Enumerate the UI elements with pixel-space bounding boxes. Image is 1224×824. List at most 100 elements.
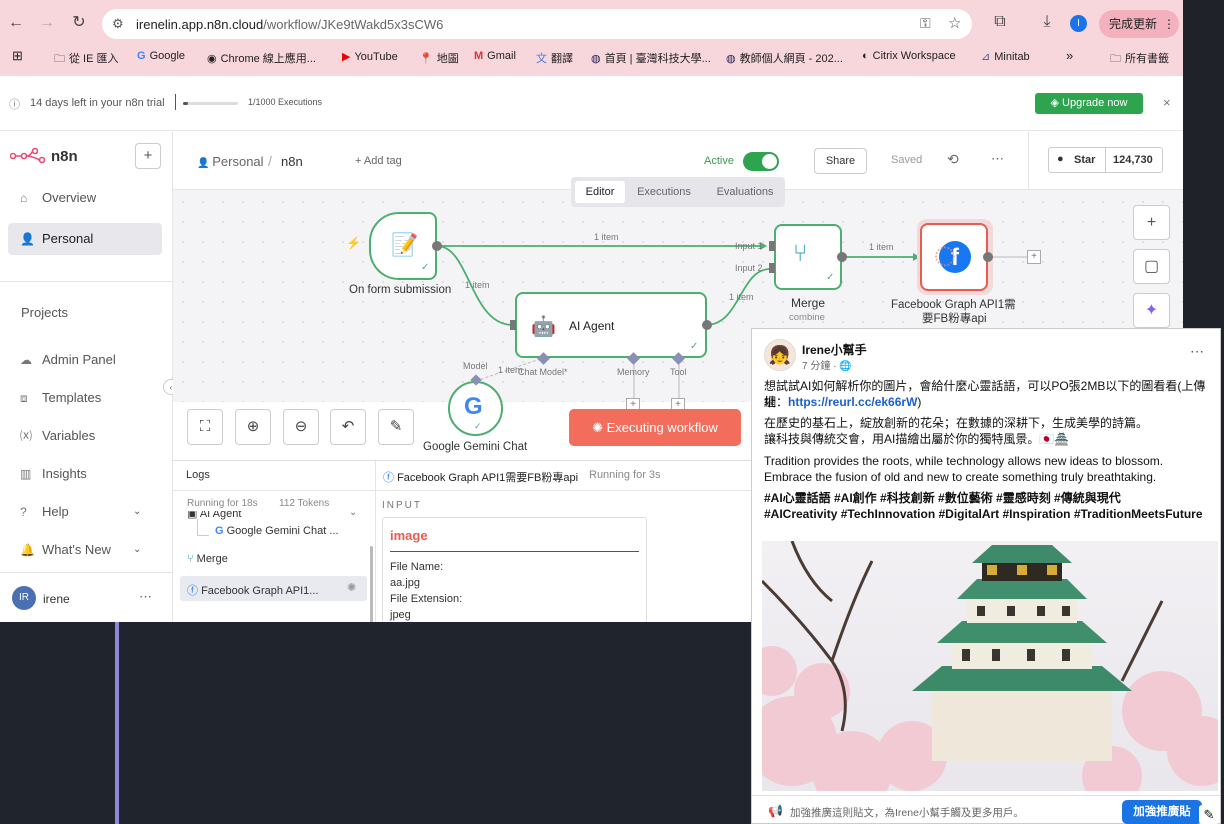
spinner-icon: ◌ [933, 233, 957, 277]
node-google-gemini[interactable]: G ✓ [448, 381, 503, 436]
download-icon[interactable]: ⤓ [1037, 13, 1057, 31]
node-label: Merge [791, 296, 826, 310]
folder-icon: 🗀 [1110, 53, 1121, 65]
bookmark-item[interactable]: ⊿ Minitab [981, 50, 1030, 63]
output-handle[interactable] [837, 252, 847, 262]
bookmark-item[interactable]: G Google [137, 50, 185, 62]
citrix-icon: ◐ [862, 50, 869, 62]
password-key-icon[interactable]: ⚿ [920, 15, 931, 32]
node-label: Google Gemini Chat [423, 441, 528, 453]
edit-icon[interactable]: ✎ [1199, 805, 1219, 824]
google-icon: G [137, 50, 146, 62]
log-entry[interactable]: ▣ AI Agent ⌄ [187, 511, 367, 523]
robot-icon: 🤖 [531, 316, 556, 338]
add-node-button[interactable]: + [1027, 250, 1041, 264]
node-label: 要FB粉專api [922, 313, 987, 325]
post-image-osaka-castle[interactable] [762, 541, 1218, 791]
undo-icon[interactable]: ↶ [330, 409, 366, 445]
sticky-note-icon[interactable]: ▢ [1133, 249, 1170, 284]
check-icon: ✓ [474, 421, 482, 431]
scrollbar[interactable] [370, 546, 373, 623]
post-hashtags[interactable]: #AI心靈話語 #AI創作 #科技創新 #數位藝術 #靈感時刻 #傳統與現代 [764, 490, 1214, 506]
more-vert-icon: ⋮ [1163, 17, 1176, 31]
reload-icon[interactable]: ↻ [68, 12, 90, 34]
handle-label: Chat Model* [518, 367, 568, 377]
university-icon: ◍ [591, 53, 601, 65]
boost-text: 加強推廣這則貼文，為Irene小幫手觸及更多用戶。 [790, 807, 1024, 819]
university-icon: ◍ [726, 53, 736, 65]
tidy-up-icon[interactable]: ✎ [378, 409, 414, 445]
post-link[interactable]: https://reurl.cc/ek66rW [788, 395, 917, 409]
minitab-icon: ⊿ [981, 51, 991, 63]
bookmark-item[interactable]: 文翻譯 [536, 50, 573, 66]
output-handle[interactable] [702, 320, 712, 330]
back-icon[interactable]: ← [5, 12, 27, 34]
output-handle[interactable] [983, 252, 993, 262]
profile-avatar[interactable]: I [1070, 15, 1087, 32]
node-merge[interactable]: ⑂ ✓ [774, 224, 842, 290]
check-icon: ✓ [421, 262, 430, 273]
logs-running: Running for 18s [187, 498, 258, 509]
more-bookmarks-icon[interactable]: » [1066, 48, 1073, 63]
output-handle[interactable] [432, 241, 442, 251]
chevron-down-icon: ⌄ [349, 511, 358, 518]
log-entry-selected[interactable]: ⓕ Facebook Graph API1... ✺ [180, 576, 367, 601]
fit-view-icon[interactable]: ⛶ [187, 409, 223, 445]
log-entry[interactable]: ⑂ Merge [187, 553, 367, 565]
post-text: Tradition provides the roots, while tech… [764, 454, 1164, 468]
executing-workflow-button[interactable]: ✺ Executing workflow [569, 409, 741, 446]
node-form-submission[interactable]: 📝 ✓ [369, 212, 437, 280]
input-handle[interactable] [769, 241, 775, 251]
bookmark-item[interactable]: ◐ Citrix Workspace [862, 50, 956, 62]
boost-post-button[interactable]: 加強推廣貼 [1122, 800, 1202, 824]
spinner-icon: ✺ [347, 582, 357, 594]
update-button[interactable]: 完成更新 ⋮ [1099, 10, 1179, 38]
apps-grid-icon[interactable]: ⊞ [12, 48, 23, 64]
add-node-icon[interactable]: + [1133, 205, 1170, 240]
node-run-title: ⓕ Facebook Graph API1需要FB粉專api [383, 472, 579, 484]
input-handle[interactable] [510, 320, 516, 330]
log-entry[interactable]: G Google Gemini Chat ... [215, 525, 365, 537]
node-facebook-graph[interactable]: f ◌ [920, 223, 988, 291]
handle-label: Tool [670, 367, 687, 377]
bookmark-item[interactable]: 🗀 從 IE 匯入 [54, 50, 119, 69]
site-info-icon[interactable]: ⚙ [112, 16, 124, 32]
bookmarks-bar: ⊞ 🗀 從 IE 匯入 G Google ◉ Chrome 線上應用... ▶ YouT… [0, 46, 1183, 72]
bookmark-item[interactable]: M Gmail [474, 50, 516, 62]
bookmark-star-icon[interactable]: ☆ [948, 14, 961, 32]
extensions-icon[interactable]: ⧉ [990, 13, 1010, 31]
node-ai-agent[interactable]: 🤖 AI Agent ✓ [515, 292, 707, 358]
node-subtitle: combine [789, 312, 825, 323]
handle-label: Input 1 [735, 241, 763, 251]
bookmark-item[interactable]: 📍 地圖 [419, 50, 459, 66]
zoom-in-icon[interactable]: ⊕ [235, 409, 271, 445]
translate-icon: 文 [536, 53, 547, 65]
all-bookmarks[interactable]: 🗀 所有書籤 [1110, 50, 1169, 69]
field-label: File Extension: [390, 593, 463, 605]
post-text: 址：https://reurl.cc/ek66rW) [764, 395, 922, 409]
more-horizontal-icon[interactable]: ⋯ [1190, 343, 1204, 360]
node-label: On form submission [349, 284, 452, 296]
input-handle[interactable] [769, 263, 775, 273]
post-text: 在歷史的基石上，綻放創新的花朵；在數據的深耕下，生成美學的詩篇。 [764, 416, 1149, 430]
address-bar[interactable]: ⚙ irenelin.app.n8n.cloud/workflow/JKe9tW… [102, 9, 972, 39]
bookmark-item[interactable]: ◍ 首頁 | 臺灣科技大學... [591, 50, 711, 66]
desktop-background [1183, 0, 1224, 328]
map-pin-icon: 📍 [419, 53, 433, 65]
bookmark-item[interactable]: ▶ YouTube [342, 50, 398, 63]
post-hashtags[interactable]: #AICreativity #TechInnovation #DigitalAr… [764, 506, 1214, 522]
facebook-icon: ⓕ [187, 585, 202, 597]
avatar[interactable]: 👧 [764, 339, 796, 371]
forward-icon[interactable]: → [36, 12, 58, 34]
post-author[interactable]: Irene小幫手 [802, 341, 867, 358]
logs-tokens: 112 Tokens [279, 498, 330, 509]
field-label: File Name: [390, 561, 444, 573]
bookmark-item[interactable]: ◍ 教師個人網頁 - 202... [726, 50, 843, 66]
zoom-out-icon[interactable]: ⊖ [283, 409, 319, 445]
ai-sparkle-icon[interactable]: ✦ [1133, 293, 1170, 328]
divider [173, 490, 375, 491]
bookmark-item[interactable]: ◉ Chrome 線上應用... [207, 50, 316, 66]
window-edge [115, 622, 119, 824]
handle-label: Memory [617, 367, 650, 377]
connection-label: 1 item [869, 242, 894, 252]
